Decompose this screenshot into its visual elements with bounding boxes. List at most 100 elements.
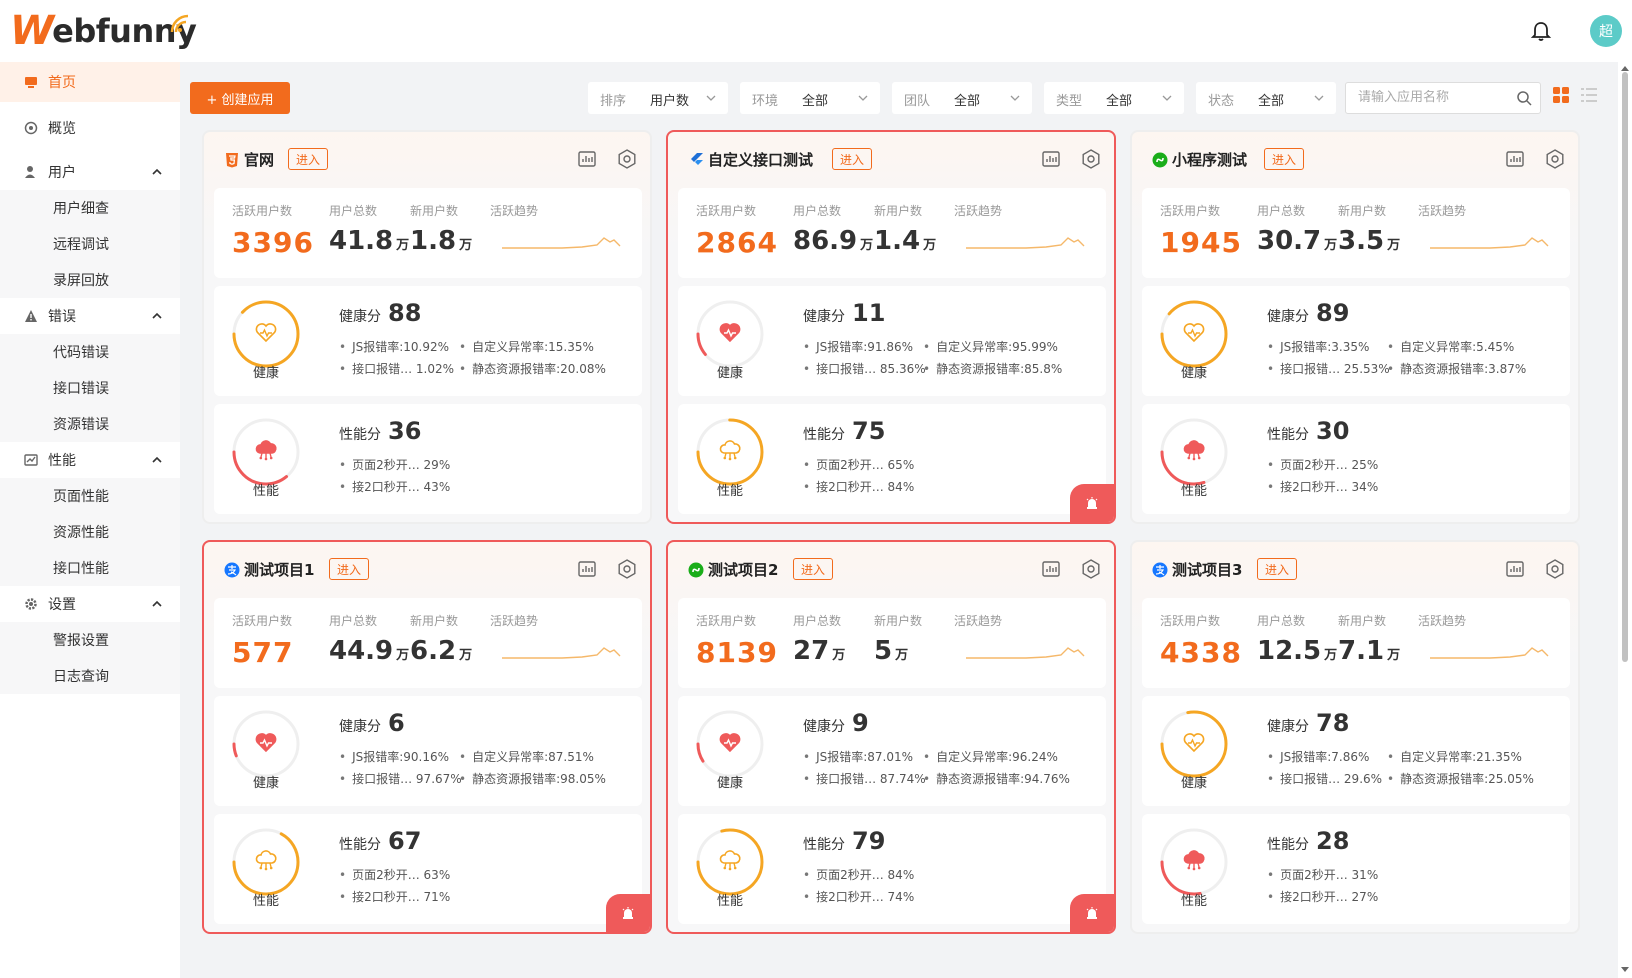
settings-icon[interactable] (1544, 148, 1566, 170)
grid-view-icon[interactable] (1552, 86, 1570, 104)
total-users-value: 30.7 万 (1257, 226, 1338, 256)
sidebar-item-resource-error[interactable]: 资源错误 (0, 406, 180, 442)
project-name[interactable]: 测试项目2 (708, 559, 778, 580)
sidebar-item-performance[interactable]: 性能 (0, 440, 180, 480)
performance-label: 性能 (252, 484, 279, 499)
new-users-label: 新用户数 (410, 614, 459, 628)
env-select[interactable]: 环境 全部 (740, 82, 880, 114)
sidebar-item-overview[interactable]: 概览 (0, 108, 180, 148)
settings-icon[interactable] (616, 148, 638, 170)
bell-icon[interactable] (1530, 20, 1552, 42)
user-avatar[interactable]: 超 (1590, 15, 1622, 47)
team-select[interactable]: 团队 全部 (892, 82, 1032, 114)
sidebar-item-api-error[interactable]: 接口错误 (0, 370, 180, 406)
card-header: 自定义接口测试 进入 (668, 132, 1114, 188)
enter-button[interactable]: 进入 (288, 148, 329, 170)
bar-chart-icon[interactable] (1040, 148, 1062, 170)
card-header: 测试项目3 进入 (1132, 542, 1578, 598)
type-select[interactable]: 类型 全部 (1044, 82, 1184, 114)
activity-trend-sparkline (502, 647, 621, 659)
scrollbar[interactable] (1618, 62, 1632, 978)
project-card[interactable]: 测试项目3 进入 活跃用户数 用户总数 新用户数 活跃趋势 4338 12.5 万… (1130, 540, 1580, 934)
cloud-performance-icon (719, 440, 741, 461)
enter-button[interactable]: 进入 (1257, 558, 1298, 580)
project-name[interactable]: 官网 (244, 149, 274, 170)
project-card[interactable]: 小程序测试 进入 活跃用户数 用户总数 新用户数 活跃趋势 1945 30.7 万… (1130, 130, 1580, 524)
project-card[interactable]: 自定义接口测试 进入 活跃用户数 用户总数 新用户数 活跃趋势 2864 86.… (666, 130, 1116, 524)
settings-icon[interactable] (1544, 558, 1566, 580)
user-stats-panel: 活跃用户数 用户总数 新用户数 活跃趋势 2864 86.9 万 1.4 万 (678, 188, 1106, 278)
enter-button[interactable]: 进入 (793, 558, 834, 580)
health-score-value: 6 (388, 709, 405, 737)
project-name[interactable]: 测试项目3 (1172, 559, 1242, 580)
miniprogram-icon (688, 562, 704, 578)
health-label: 健康 (716, 366, 743, 381)
sidebar-item-user[interactable]: 用户 (0, 152, 180, 192)
sidebar-item-settings[interactable]: 设置 (0, 584, 180, 624)
enter-button[interactable]: 进入 (832, 148, 873, 170)
sidebar-item-code-error[interactable]: 代码错误 (0, 334, 180, 370)
bar-chart-icon[interactable] (1504, 148, 1526, 170)
project-name[interactable]: 自定义接口测试 (708, 149, 813, 170)
sidebar-item-replay[interactable]: 录屏回放 (0, 262, 180, 298)
active-users-label: 活跃用户数 (1160, 204, 1221, 218)
bar-chart-icon[interactable] (1504, 558, 1526, 580)
settings-icon[interactable] (616, 558, 638, 580)
app-header: Webfunny 超 (0, 0, 1632, 62)
active-users-value: 3396 (232, 226, 314, 259)
sidebar-item-resource-perf[interactable]: 资源性能 (0, 514, 180, 550)
alarm-badge[interactable] (1070, 484, 1114, 522)
project-card[interactable]: 测试项目1 进入 活跃用户数 用户总数 新用户数 活跃趋势 577 44.9 万 … (202, 540, 652, 934)
sidebar-item-page-perf[interactable]: 页面性能 (0, 478, 180, 514)
alarm-badge[interactable] (606, 894, 650, 932)
sidebar-item-home[interactable]: 首页 (0, 62, 180, 102)
api-error-rate: 接口报错… 29.6% (1267, 770, 1382, 787)
health-panel: 健康 健康分 88 JS报错率:10.92% 自定义异常率:15.35% 接口报… (214, 286, 642, 396)
enter-button[interactable]: 进入 (1264, 148, 1305, 170)
custom-error-rate: 自定义异常率:15.35% (459, 338, 594, 355)
card-header: 测试项目1 进入 (204, 542, 650, 598)
project-name[interactable]: 小程序测试 (1172, 149, 1247, 170)
bar-chart-icon[interactable] (1040, 558, 1062, 580)
perf-score-label: 性能分 (1267, 837, 1309, 853)
search-input[interactable] (1358, 90, 1508, 105)
scroll-down-icon[interactable] (1620, 966, 1630, 974)
settings-icon[interactable] (1080, 148, 1102, 170)
sidebar-item-errors[interactable]: 错误 (0, 296, 180, 336)
health-panel: 健康 健康分 78 JS报错率:7.86% 自定义异常率:21.35% 接口报错… (1142, 696, 1570, 806)
sidebar-item-log-query[interactable]: 日志查询 (0, 658, 180, 694)
webfunny-logo[interactable]: Webfunny (10, 8, 197, 54)
sidebar-item-api-perf[interactable]: 接口性能 (0, 550, 180, 586)
performance-icon (24, 454, 38, 466)
health-label: 健康 (1180, 366, 1207, 381)
performance-label: 性能 (716, 484, 743, 499)
sort-select[interactable]: 排序 用户数 (588, 82, 728, 114)
bar-chart-icon[interactable] (576, 558, 598, 580)
performance-panel: 性能 性能分 67 页面2秒开… 63% 接2口秒开… 71% (214, 814, 642, 924)
project-name[interactable]: 测试项目1 (244, 559, 314, 580)
project-card[interactable]: 官网 进入 活跃用户数 用户总数 新用户数 活跃趋势 3396 41.8 万 1.… (202, 130, 652, 524)
project-card[interactable]: 测试项目2 进入 活跃用户数 用户总数 新用户数 活跃趋势 8139 27 万 5… (666, 540, 1116, 934)
list-view-icon[interactable] (1580, 86, 1598, 104)
health-score-label: 健康分 (339, 309, 381, 325)
total-users-label: 用户总数 (329, 614, 378, 628)
page-2s-rate: 页面2秒开… 25% (1267, 456, 1378, 473)
status-select[interactable]: 状态 全部 (1196, 82, 1336, 114)
health-label: 健康 (716, 776, 743, 791)
health-score-value: 78 (1316, 709, 1350, 737)
search-icon[interactable] (1516, 90, 1532, 106)
create-app-button[interactable]: + 创建应用 (190, 82, 290, 114)
app-search[interactable] (1345, 82, 1541, 114)
scroll-up-icon[interactable] (1620, 64, 1630, 72)
heart-icon (719, 323, 741, 343)
performance-label: 性能 (252, 894, 279, 909)
health-label: 健康 (252, 366, 279, 381)
alarm-badge[interactable] (1070, 894, 1114, 932)
sidebar-item-alarm-settings[interactable]: 警报设置 (0, 622, 180, 658)
enter-button[interactable]: 进入 (329, 558, 370, 580)
sidebar-item-user-detail[interactable]: 用户细查 (0, 190, 180, 226)
bar-chart-icon[interactable] (576, 148, 598, 170)
settings-icon[interactable] (1080, 558, 1102, 580)
scroll-thumb[interactable] (1622, 72, 1628, 662)
sidebar-item-remote-debug[interactable]: 远程调试 (0, 226, 180, 262)
